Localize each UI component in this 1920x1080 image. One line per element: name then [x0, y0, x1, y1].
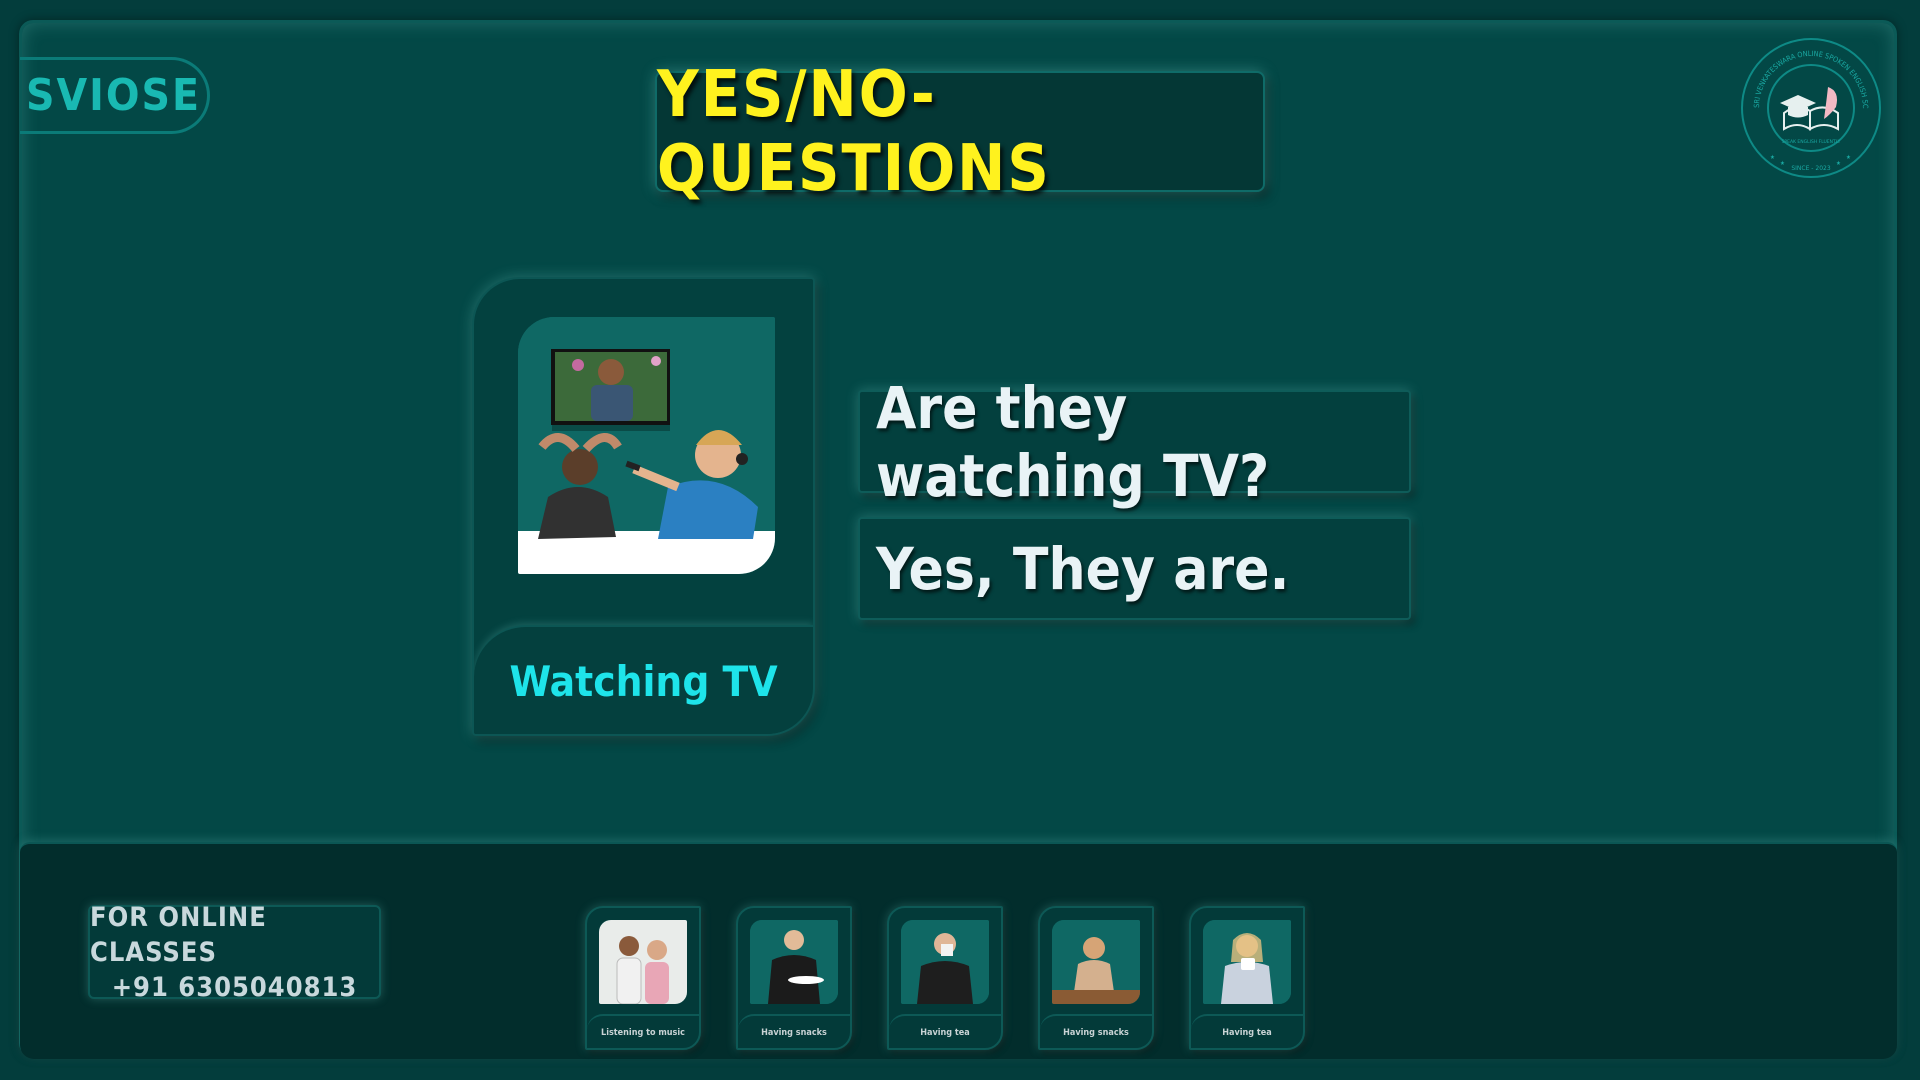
question-text: Are they watching TV?	[876, 373, 1270, 510]
brand-badge: SVIOSE	[20, 57, 210, 134]
svg-text:★: ★	[1836, 160, 1841, 167]
thumbnail-label: Having tea	[1191, 1014, 1303, 1048]
thumbnail-label: Having snacks	[1040, 1014, 1152, 1048]
two-women-headphones-image	[599, 920, 687, 1004]
thumbnail-label: Having tea	[889, 1014, 1001, 1048]
thumbnail-card[interactable]: Having snacks	[736, 906, 852, 1050]
woman-eating-at-table-image	[1052, 920, 1140, 1004]
contact-box: FOR ONLINE CLASSES +91 6305040813	[88, 902, 381, 1003]
thumbnail-label: Listening to music	[587, 1014, 699, 1048]
contact-heading: FOR ONLINE CLASSES	[90, 901, 267, 968]
page-title: YES/NO-QUESTIONS	[657, 57, 1051, 206]
logo-since: SINCE - 2023	[1791, 165, 1830, 172]
man-drinking-cup-image	[901, 920, 989, 1004]
logo-motto: SPEAK ENGLISH FLUENTLY	[1782, 139, 1841, 145]
answer-box: Yes, They are.	[858, 517, 1411, 620]
man-holding-plate-image	[750, 920, 838, 1004]
activity-label: Watching TV	[474, 625, 813, 734]
two-men-watching-tv-image	[518, 317, 775, 574]
svg-text:★: ★	[1780, 160, 1785, 167]
contact-phone[interactable]: +91 6305040813	[112, 970, 358, 1005]
title-box: YES/NO-QUESTIONS	[655, 58, 1265, 206]
thumbnail-card[interactable]: Having tea	[887, 906, 1003, 1050]
thumbnail-label: Having snacks	[738, 1014, 850, 1048]
svg-text:★: ★	[1846, 154, 1851, 161]
book-graduation-cap-quill-icon	[1780, 87, 1839, 131]
question-box: Are they watching TV?	[858, 374, 1411, 510]
activity-card[interactable]: Watching TV	[472, 277, 815, 736]
answer-text: Yes, They are.	[876, 534, 1290, 603]
thumbnail-card[interactable]: Having tea	[1189, 906, 1305, 1050]
brand-name: SVIOSE	[25, 70, 202, 121]
school-logo: SRI VENKATESWARA ONLINE SPOKEN ENGLISH S…	[1737, 30, 1882, 179]
woman-holding-cup-image	[1203, 920, 1291, 1004]
svg-text:★: ★	[1770, 154, 1775, 161]
thumbnail-card[interactable]: Having snacks	[1038, 906, 1154, 1050]
thumbnail-card[interactable]: Listening to music	[585, 906, 701, 1050]
